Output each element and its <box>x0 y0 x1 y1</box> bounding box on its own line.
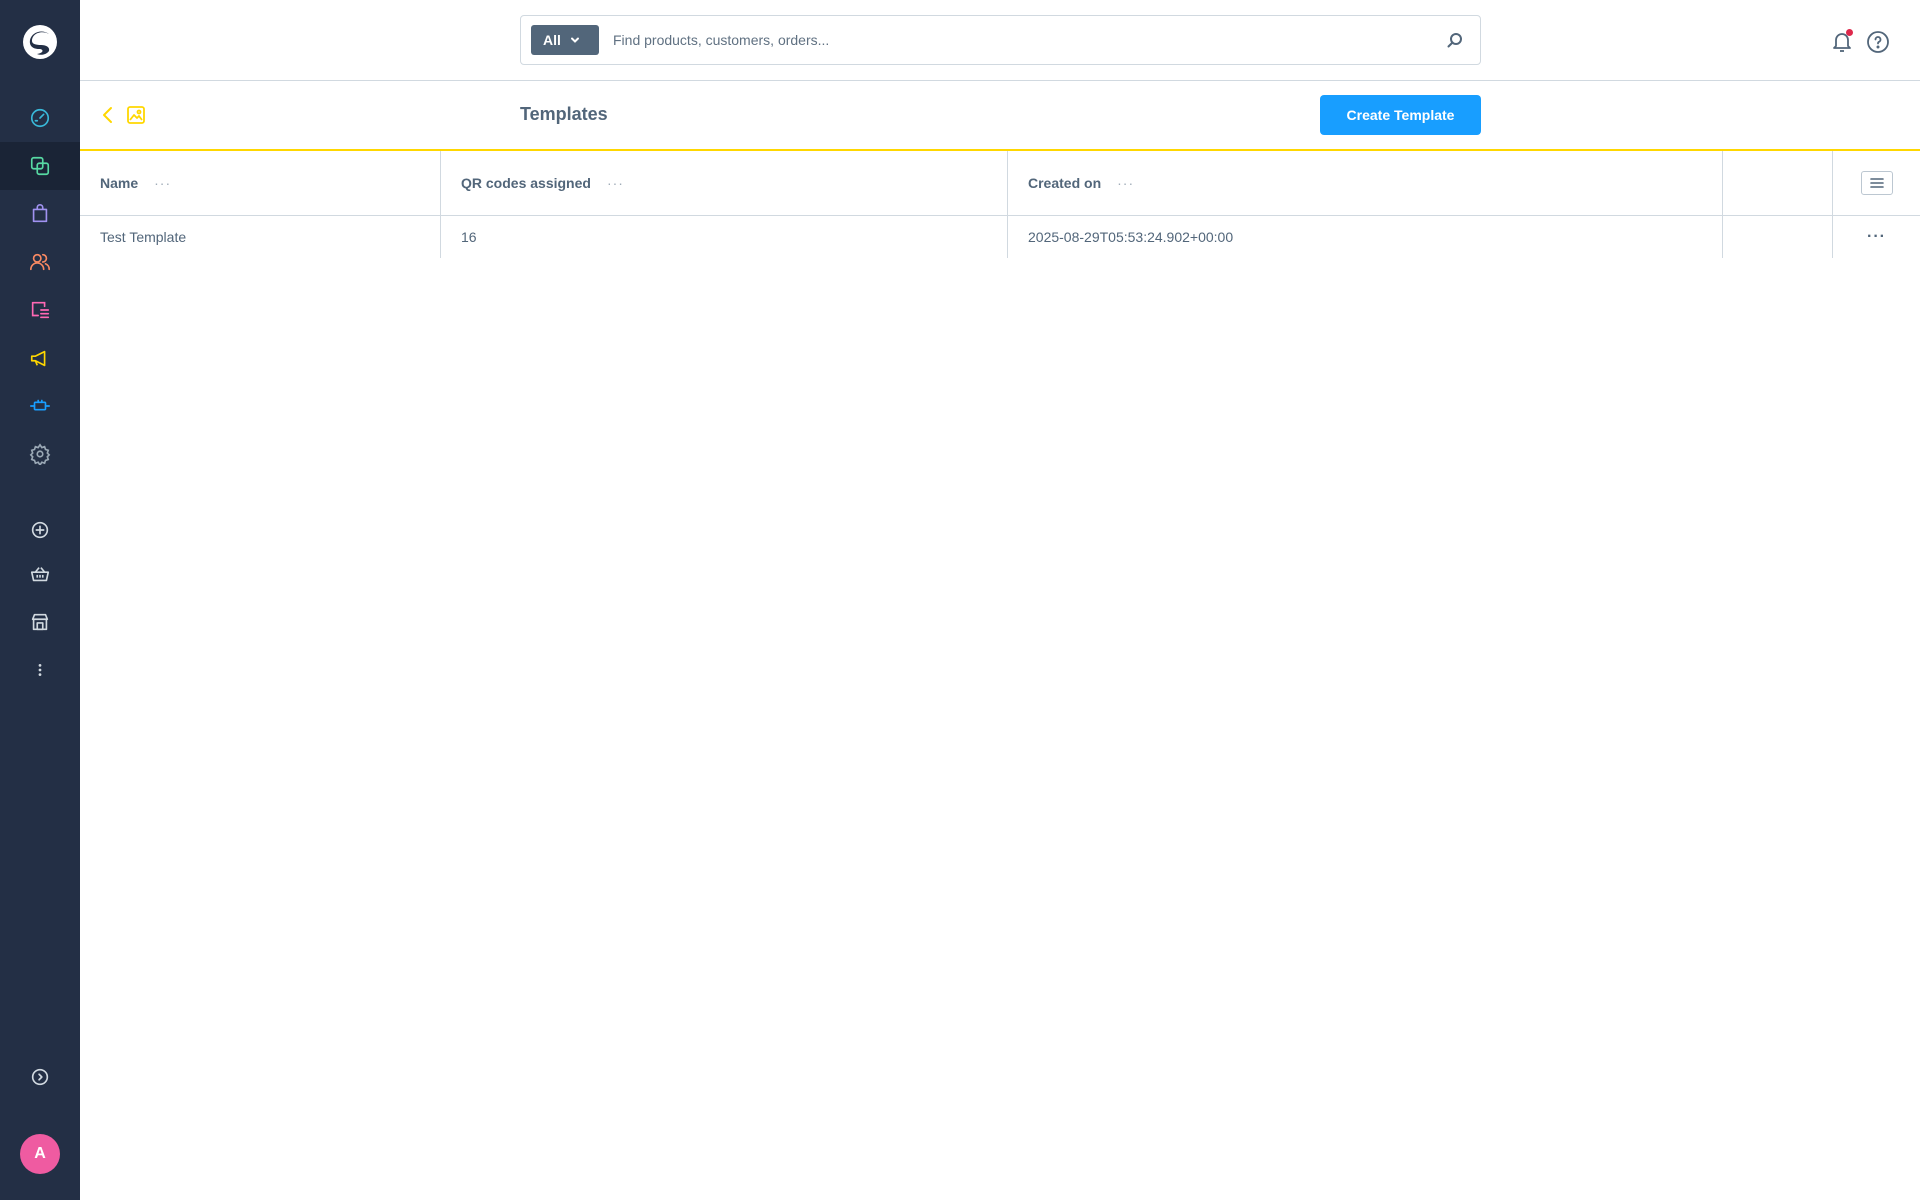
created-on-date: 2025-08-29T05:53:24.902+00:00 <box>1028 229 1234 245</box>
cell-created-on: 2025-08-29T05:53:24.902+00:00 <box>1008 216 1723 258</box>
sidebar-collapse-toggle[interactable] <box>0 1053 80 1101</box>
column-header-label: Created on <box>1028 175 1102 191</box>
sidebar-sales-channel-storefront[interactable] <box>0 550 80 598</box>
sidebar-item-content[interactable] <box>0 286 80 334</box>
global-search: All <box>520 15 1481 65</box>
content-icon <box>31 301 50 319</box>
sidebar-item-extensions[interactable] <box>0 382 80 430</box>
column-menu-icon[interactable]: ··· <box>607 175 624 191</box>
help-icon[interactable] <box>1866 30 1890 54</box>
qr-codes-count: 16 <box>461 229 477 245</box>
storefront-basket-icon <box>30 567 50 582</box>
extensions-icon <box>30 399 50 411</box>
chevron-down-icon <box>570 37 579 43</box>
templates-data-grid: Name ··· QR codes assigned ··· Created o… <box>80 151 1920 258</box>
column-header-label: Name <box>100 175 139 191</box>
template-name[interactable]: Test Template <box>100 229 186 245</box>
main-sidebar: A <box>0 0 80 1200</box>
column-menu-icon[interactable]: ··· <box>1117 175 1134 191</box>
admin-search-bar: All <box>80 0 1920 81</box>
customers-icon <box>30 253 50 271</box>
column-header-qr-codes[interactable]: QR codes assigned ··· <box>441 151 1008 215</box>
search-type-dropdown[interactable]: All <box>531 25 599 55</box>
user-avatar[interactable]: A <box>20 1134 60 1174</box>
marketing-icon <box>30 350 46 367</box>
settings-icon <box>29 443 51 465</box>
column-header-name[interactable]: Name ··· <box>80 151 441 215</box>
sidebar-more[interactable] <box>0 646 80 694</box>
notification-indicator-dot <box>1846 29 1853 36</box>
module-image-icon <box>127 106 145 124</box>
cell-name: Test Template <box>80 216 441 258</box>
search-input[interactable] <box>613 26 1393 54</box>
dashboard-icon <box>30 108 50 128</box>
table-row[interactable]: Test Template 16 2025-08-29T05:53:24.902… <box>80 216 1920 258</box>
column-header-spacer <box>1723 151 1833 215</box>
sidebar-item-dashboard[interactable] <box>0 94 80 142</box>
back-arrow-icon[interactable] <box>98 105 118 125</box>
row-actions-menu-icon[interactable]: ··· <box>1867 228 1886 246</box>
column-menu-icon[interactable]: ··· <box>154 175 171 191</box>
sidebar-item-customers[interactable] <box>0 238 80 286</box>
smart-bar: Templates Create Template <box>80 81 1920 151</box>
add-sales-channel-icon <box>31 521 49 539</box>
sidebar-item-marketing[interactable] <box>0 334 80 382</box>
sidebar-sales-channel-store[interactable] <box>0 598 80 646</box>
search-icon[interactable] <box>1446 31 1464 49</box>
orders-icon <box>32 204 48 223</box>
sidebar-item-catalogues[interactable] <box>0 142 80 190</box>
column-header-created-on[interactable]: Created on ··· <box>1008 151 1723 215</box>
catalogues-icon <box>30 156 50 176</box>
collapse-menu-icon <box>31 1068 49 1086</box>
grid-settings-column <box>1833 151 1920 215</box>
store-icon <box>31 613 49 631</box>
cell-qr-codes: 16 <box>441 216 1008 258</box>
sidebar-item-orders[interactable] <box>0 190 80 238</box>
list-settings-icon <box>1869 178 1884 188</box>
more-icon <box>38 664 42 676</box>
create-template-button[interactable]: Create Template <box>1320 95 1481 135</box>
page-title: Templates <box>520 104 608 124</box>
grid-settings-button[interactable] <box>1860 171 1893 195</box>
shopware-logo[interactable] <box>20 22 60 62</box>
search-type-label: All <box>543 32 561 48</box>
grid-header-row: Name ··· QR codes assigned ··· Created o… <box>80 151 1920 216</box>
column-header-label: QR codes assigned <box>461 175 591 191</box>
cell-spacer <box>1723 216 1833 258</box>
sidebar-item-settings[interactable] <box>0 430 80 478</box>
cell-actions: ··· <box>1833 216 1920 258</box>
sidebar-add-sales-channel[interactable] <box>0 506 80 554</box>
